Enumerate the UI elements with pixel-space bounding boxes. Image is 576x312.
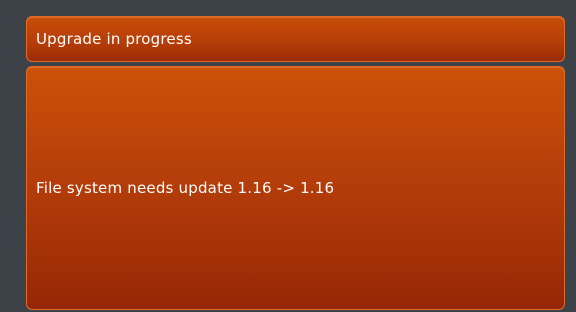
title-bar: Upgrade in progress — [26, 16, 565, 62]
message-panel: File system needs update 1.16 -> 1.16 — [26, 66, 565, 310]
page-title: Upgrade in progress — [36, 30, 192, 48]
status-message: File system needs update 1.16 -> 1.16 — [36, 179, 335, 197]
